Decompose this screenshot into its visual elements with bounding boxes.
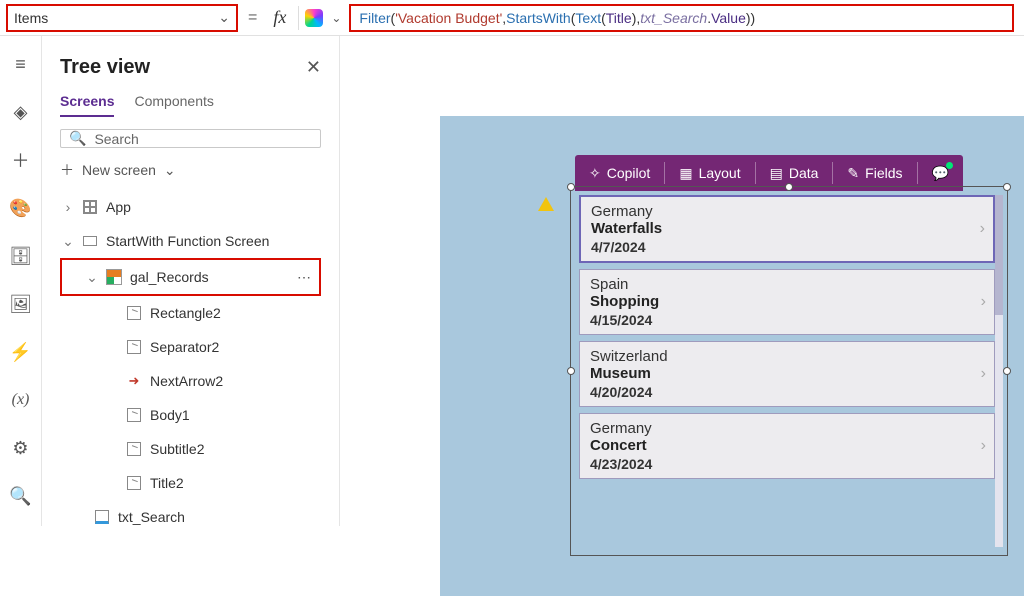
formula-input[interactable]: Filter ( 'Vacation Budget' , StartsWith … [349,4,1014,32]
token-filter: Filter [359,10,390,26]
search-placeholder: Search [94,131,138,147]
tree-node-title2[interactable]: Title2 [54,466,327,500]
property-name: Items [14,10,48,26]
insert-icon[interactable]: ＋ [11,150,31,170]
resize-handle[interactable] [567,367,575,375]
left-rail: ≡ ◈ ＋ 🎨 🗄 🖼 ⚡ (x) ⚙ 🔍 [0,36,42,526]
flows-icon[interactable]: ⚡ [11,342,31,362]
arrow-icon: ➜ [126,373,142,389]
copilot-icon: ✧ [589,165,601,182]
token-title: Title [606,10,632,26]
scrollbar-thumb[interactable] [995,195,1003,315]
main-area: ≡ ◈ ＋ 🎨 🗄 🖼 ⚡ (x) ⚙ 🔍 Tree view ✕ Screen… [0,36,1024,526]
resize-handle[interactable] [785,183,793,191]
equals-label: = [238,9,267,27]
theme-icon[interactable]: 🎨 [11,198,31,218]
gallery-selection[interactable]: Germany Waterfalls 4/7/2024 › Spain Shop… [570,186,1008,556]
chevron-down-icon: ⌄ [62,233,74,250]
resize-handle[interactable] [1003,367,1011,375]
gallery-body: Germany Waterfalls 4/7/2024 › Spain Shop… [575,191,1003,551]
gallery-item[interactable]: Germany Waterfalls 4/7/2024 › [579,195,995,263]
chevron-right-icon[interactable]: › [981,293,986,311]
close-icon[interactable]: ✕ [306,57,321,78]
gallery-item[interactable]: Switzerland Museum 4/20/2024 › [579,341,995,407]
data-icon[interactable]: 🗄 [11,246,31,266]
layout-icon: ▦ [679,165,692,182]
tree-node-separator2[interactable]: Separator2 [54,330,327,364]
warning-icon[interactable] [538,197,554,211]
tree-node-nextarrow2[interactable]: ➜ NextArrow2 [54,364,327,398]
tree-view-panel: Tree view ✕ Screens Components 🔍 Search … [42,36,340,526]
media-icon[interactable]: 🖼 [11,294,31,314]
token-startswith: StartsWith [506,10,571,26]
tree-heading: Tree view [60,56,306,79]
chevron-right-icon[interactable]: › [981,437,986,455]
token-value: Value [711,10,746,26]
tools-icon[interactable]: ⚙ [11,438,31,458]
chevron-right-icon: › [62,199,74,215]
new-screen-button[interactable]: ＋ New screen ⌄ [60,160,321,180]
variables-icon[interactable]: (x) [11,390,31,410]
gallery-item[interactable]: Spain Shopping 4/15/2024 › [579,269,995,335]
formula-bar: Items ⌄ = fx ⌄ Filter ( 'Vacation Budget… [0,0,1024,36]
chevron-right-icon[interactable]: › [980,220,985,238]
resize-handle[interactable] [567,183,575,191]
tree-node-txt-search[interactable]: txt_Search [54,500,327,534]
tree-node-gal-records[interactable]: ⌄ gal_Records ⋯ [62,260,319,294]
search-icon: 🔍 [69,130,86,147]
token-text: Text [575,10,601,26]
tree-node-body1[interactable]: Body1 [54,398,327,432]
resize-handle[interactable] [1003,183,1011,191]
plus-icon: ＋ [60,160,74,180]
chevron-down-icon[interactable]: ⌄ [323,11,349,25]
property-dropdown[interactable]: Items ⌄ [6,4,238,32]
fields-icon: ✎ [847,165,859,182]
tree-node-subtitle2[interactable]: Subtitle2 [54,432,327,466]
token-string: 'Vacation Budget' [395,10,502,26]
tree-node-screen[interactable]: ⌄ StartWith Function Screen [54,224,327,258]
copilot-icon[interactable] [305,9,323,27]
data-icon: ▤ [770,165,783,182]
tree-search[interactable]: 🔍 Search [60,129,321,148]
hamburger-icon[interactable]: ≡ [11,54,31,74]
tree-tabs: Screens Components [42,85,339,117]
divider [298,6,299,30]
token-control: txt_Search [640,10,707,26]
fx-label[interactable]: fx [267,7,292,28]
chevron-down-icon: ⌄ [218,9,230,26]
gallery-item[interactable]: Germany Concert 4/23/2024 › [579,413,995,479]
selected-node-highlight: ⌄ gal_Records ⋯ [60,258,321,296]
canvas[interactable]: ✧ Copilot ▦ Layout ▤ Data ✎ Fields 💬 [340,36,1024,526]
tree-node-rectangle2[interactable]: Rectangle2 [54,296,327,330]
tree-node-app[interactable]: › App [54,190,327,224]
chevron-down-icon: ⌄ [164,162,176,179]
chat-icon: 💬 [932,165,949,182]
more-icon[interactable]: ⋯ [297,269,313,286]
tab-screens[interactable]: Screens [60,93,114,117]
tree-list: › App ⌄ StartWith Function Screen ⌄ gal_… [42,190,339,534]
search-icon[interactable]: 🔍 [11,486,31,506]
chevron-right-icon[interactable]: › [981,365,986,383]
tab-components[interactable]: Components [134,93,213,117]
chevron-down-icon: ⌄ [86,269,98,286]
treeview-icon[interactable]: ◈ [11,102,31,122]
